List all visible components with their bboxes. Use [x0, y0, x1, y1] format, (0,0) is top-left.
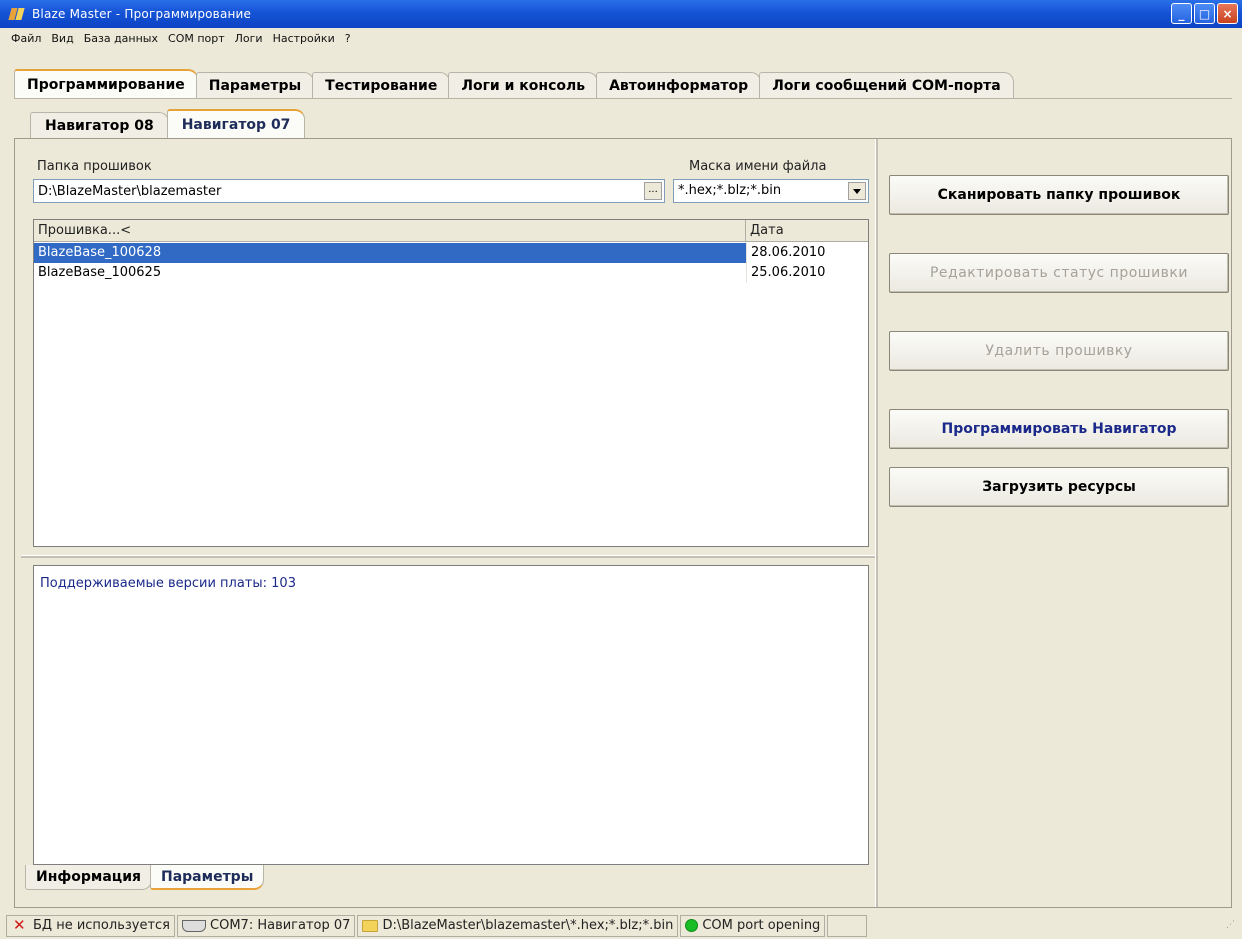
menu-bar: Файл Вид База данных COM порт Логи Настр… [0, 28, 1242, 49]
tab-divider [14, 98, 1232, 99]
menu-file[interactable]: Файл [6, 32, 46, 45]
actions-panel: Сканировать папку прошивок Редактировать… [881, 145, 1229, 901]
folder-icon [362, 919, 379, 932]
mask-value: *.hex;*.blz;*.bin [678, 183, 782, 198]
connection-status-text: COM port opening [702, 918, 821, 933]
tab-programming[interactable]: Программирование [14, 69, 198, 98]
firmware-name-cell: BlazeBase_100625 [38, 265, 162, 280]
scan-folder-button[interactable]: Сканировать папку прошивок [889, 175, 1229, 215]
firmware-panel: Папка прошивок Маска имени файла ... *.h… [21, 145, 877, 901]
tab-testing[interactable]: Тестирование [312, 72, 451, 98]
column-header-firmware[interactable]: Прошивка...< [34, 220, 746, 242]
firmware-date-cell: 28.06.2010 [746, 243, 868, 263]
edit-status-button[interactable]: Редактировать статус прошивки [889, 253, 1229, 293]
list-header: Прошивка...< Дата [34, 220, 868, 242]
folder-label: Папка прошивок [37, 159, 152, 174]
column-header-date[interactable]: Дата [746, 220, 868, 242]
table-row[interactable]: BlazeBase_100625 25.06.2010 [34, 263, 868, 283]
menu-com-port[interactable]: COM порт [163, 32, 230, 45]
tab-bottom-parameters[interactable]: Параметры [150, 865, 265, 890]
horizontal-splitter[interactable] [21, 555, 877, 558]
firmware-list[interactable]: Прошивка...< Дата BlazeBase_100628 28.06… [33, 219, 869, 547]
main-tab-strip: Программирование Параметры Тестирование … [14, 69, 1014, 98]
tab-autoinformer[interactable]: Автоинформатор [596, 72, 762, 98]
status-bar: БД не используется COM7: Навигатор 07 D:… [0, 912, 1242, 939]
tab-information[interactable]: Информация [25, 865, 152, 890]
tab-com-port-logs[interactable]: Логи сообщений COM-порта [759, 72, 1014, 98]
menu-settings[interactable]: Настройки [268, 32, 340, 45]
connection-status: COM port opening [680, 914, 826, 937]
mask-select[interactable]: *.hex;*.blz;*.bin [673, 179, 869, 203]
maximize-button[interactable]: □ [1194, 3, 1215, 24]
db-status-text: БД не используется [33, 918, 171, 933]
app-window: Blaze Master - Программирование _ □ × Фа… [0, 0, 1242, 939]
navigator-tab-strip: Навигатор 08 Навигатор 07 [30, 109, 306, 138]
close-button[interactable]: × [1217, 3, 1238, 24]
database-disconnected-icon [11, 916, 29, 934]
db-status: БД не используется [6, 914, 176, 937]
tab-parameters[interactable]: Параметры [195, 72, 315, 98]
port-status: COM7: Навигатор 07 [177, 914, 356, 937]
port-status-text: COM7: Навигатор 07 [210, 918, 351, 933]
bottom-tab-strip: Информация Параметры [25, 865, 265, 893]
firmware-name-cell: BlazeBase_100628 [34, 243, 746, 263]
menu-logs[interactable]: Логи [230, 32, 268, 45]
content-frame: Папка прошивок Маска имени файла ... *.h… [14, 138, 1232, 908]
chevron-down-icon[interactable] [848, 182, 866, 200]
folder-field: ... [33, 179, 665, 203]
path-status: D:\BlazeMaster\blazemaster\*.hex;*.blz;*… [357, 914, 679, 937]
program-navigator-button[interactable]: Программировать Навигатор [889, 409, 1229, 449]
title-bar[interactable]: Blaze Master - Программирование _ □ × [0, 0, 1242, 28]
app-logo-icon [8, 5, 26, 23]
status-dot-icon [685, 919, 699, 932]
table-row[interactable]: BlazeBase_100628 28.06.2010 [34, 243, 868, 263]
mask-label: Маска имени файла [689, 159, 827, 174]
browse-button[interactable]: ... [644, 182, 662, 200]
minimize-button[interactable]: _ [1171, 3, 1192, 24]
firmware-date-cell: 25.06.2010 [746, 263, 868, 283]
menu-help[interactable]: ? [340, 32, 356, 45]
info-panel: Поддерживаемые версии платы: 103 [33, 565, 869, 865]
vertical-splitter[interactable] [875, 139, 878, 907]
window-title: Blaze Master - Программирование [32, 7, 252, 21]
tab-logs-console[interactable]: Логи и консоль [448, 72, 599, 98]
delete-firmware-button[interactable]: Удалить прошивку [889, 331, 1229, 371]
com-port-icon [182, 919, 207, 932]
folder-input[interactable] [36, 182, 632, 200]
menu-database[interactable]: База данных [79, 32, 163, 45]
supported-versions-text: Поддерживаемые версии платы: 103 [40, 576, 296, 591]
tab-navigator-07[interactable]: Навигатор 07 [166, 109, 306, 138]
tab-navigator-08[interactable]: Навигатор 08 [30, 112, 169, 138]
window-controls: _ □ × [1171, 3, 1238, 24]
path-status-text: D:\BlazeMaster\blazemaster\*.hex;*.blz;*… [382, 918, 674, 933]
resize-grip-icon[interactable]: ⋰ [1226, 920, 1238, 932]
status-empty-segment [827, 914, 868, 937]
menu-view[interactable]: Вид [46, 32, 78, 45]
load-resources-button[interactable]: Загрузить ресурсы [889, 467, 1229, 507]
